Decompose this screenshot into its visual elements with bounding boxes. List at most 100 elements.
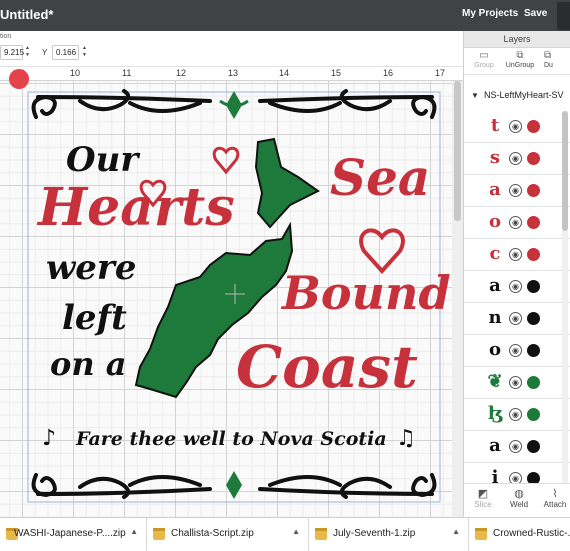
visibility-eye-icon[interactable]: ◉ [509, 216, 522, 229]
visibility-eye-icon[interactable]: ◉ [509, 248, 522, 261]
selection-handle-delete[interactable] [9, 69, 29, 89]
position-x-stepper[interactable]: ▲ ▼ [23, 45, 32, 60]
layer-row[interactable]: c ◉ [464, 239, 570, 271]
visibility-eye-icon[interactable]: ◉ [509, 344, 522, 357]
my-projects-link[interactable]: My Projects [462, 8, 518, 19]
heart-right [359, 228, 405, 274]
layer-thumbnail: o [488, 339, 501, 360]
slice-button[interactable]: ◩ Slice [466, 487, 500, 509]
attach-icon: ⌇ [552, 488, 558, 500]
canvas-scroll-thumb[interactable] [454, 81, 461, 221]
layer-color-swatch[interactable] [527, 248, 540, 261]
weld-button[interactable]: ◍ Weld [502, 487, 536, 509]
layer-thumbnail: o [488, 211, 501, 232]
zip-file-icon [315, 528, 327, 540]
design-artwork[interactable]: Our Hearts were left on a Sea Bound Coas… [0, 67, 463, 517]
duplicate-button[interactable]: ⧉ Du [544, 50, 570, 69]
layer-row[interactable]: a ◉ [464, 431, 570, 463]
ungroup-button[interactable]: ⧉ UnGroup [502, 50, 538, 69]
visibility-eye-icon[interactable]: ◉ [509, 440, 522, 453]
layer-color-swatch[interactable] [527, 152, 540, 165]
download-item[interactable]: Crowned-Rustic-....zip [469, 518, 570, 551]
chevron-up-icon[interactable]: ▲ [452, 527, 460, 536]
attach-button[interactable]: ⌇ Attach [538, 487, 570, 509]
download-item[interactable]: July-Seventh-1.zip ▲ [309, 518, 469, 551]
layers-bottom-toolbar: ◩ Slice ◍ Weld ⌇ Attach [464, 483, 570, 517]
layer-row[interactable]: a ◉ [464, 175, 570, 207]
layer-group-row[interactable]: ▼ NS-LeftMyHeart-SV [464, 85, 570, 107]
visibility-eye-icon[interactable]: ◉ [509, 152, 522, 165]
layer-row[interactable]: ɮ ◉ [464, 399, 570, 431]
layer-color-swatch[interactable] [527, 440, 540, 453]
layers-header: Layers [464, 31, 570, 48]
collapse-triangle-icon[interactable]: ▼ [471, 91, 479, 100]
layer-row[interactable]: t ◉ [464, 111, 570, 143]
chevron-up-icon[interactable]: ▲ [130, 527, 138, 536]
layers-panel: Layers ▭ Group ⧉ UnGroup ⧉ Du ▼ NS-LeftMyHe… [463, 31, 570, 517]
layer-row[interactable]: a ◉ [464, 271, 570, 303]
text-sea: Sea [330, 148, 430, 207]
layer-thumbnail: a [489, 435, 501, 456]
music-note-left: ♪ [42, 425, 56, 451]
download-bar: WASHI-Japanese-P....zip ▲ Challista-Scri… [0, 517, 570, 551]
download-filename: WASHI-Japanese-P....zip [14, 528, 126, 539]
zip-file-icon [153, 528, 165, 540]
text-were: were [46, 248, 136, 288]
visibility-eye-icon[interactable]: ◉ [509, 280, 522, 293]
position-label: tion [0, 33, 12, 40]
layer-color-swatch[interactable] [527, 344, 540, 357]
layer-color-swatch[interactable] [527, 216, 540, 229]
text-hearts: Hearts [36, 177, 235, 238]
visibility-eye-icon[interactable]: ◉ [509, 312, 522, 325]
text-fare-thee-well: Fare thee well to Nova Scotia [75, 428, 387, 450]
chevron-up-icon[interactable]: ▲ [292, 527, 300, 536]
layer-thumbnail: c [489, 243, 501, 264]
layer-row[interactable]: o ◉ [464, 207, 570, 239]
layer-thumbnail: t [490, 115, 500, 136]
weld-icon: ◍ [514, 488, 524, 500]
layer-color-swatch[interactable] [527, 184, 540, 197]
position-y-stepper[interactable]: ▲ ▼ [80, 45, 89, 60]
layer-thumbnail: a [489, 275, 501, 296]
layer-thumbnail: a [489, 179, 501, 200]
visibility-eye-icon[interactable]: ◉ [509, 120, 522, 133]
edit-toolbar: tion 9.215 ▲ ▼ Y 0.166 ▲ ▼ [0, 31, 463, 67]
download-filename: July-Seventh-1.zip [333, 528, 416, 539]
position-y-input[interactable]: 0.166 [52, 45, 79, 60]
make-it-button[interactable] [557, 2, 570, 30]
group-button[interactable]: ▭ Group [466, 50, 502, 69]
layer-color-swatch[interactable] [527, 312, 540, 325]
text-coast: Coast [236, 333, 418, 401]
canvas-vertical-scrollbar[interactable] [452, 81, 463, 517]
position-y-label: Y [42, 48, 48, 57]
layer-color-swatch[interactable] [527, 280, 540, 293]
visibility-eye-icon[interactable]: ◉ [509, 408, 522, 421]
layer-row[interactable]: o ◉ [464, 335, 570, 367]
layer-row[interactable]: ❦ ◉ [464, 367, 570, 399]
music-note-right: ♫ [396, 425, 416, 451]
layer-color-swatch[interactable] [527, 376, 540, 389]
design-canvas[interactable]: 9 10 11 12 13 14 15 16 17 [0, 67, 463, 517]
group-icon: ▭ [479, 50, 489, 61]
visibility-eye-icon[interactable]: ◉ [509, 184, 522, 197]
position-x-input[interactable]: 9.215 [0, 45, 24, 60]
download-item[interactable]: WASHI-Japanese-P....zip ▲ [0, 518, 147, 551]
layer-row[interactable]: n ◉ [464, 303, 570, 335]
layer-color-swatch[interactable] [527, 120, 540, 133]
download-filename: Crowned-Rustic-....zip [493, 528, 570, 539]
layers-scrollbar[interactable] [562, 111, 568, 491]
layer-row[interactable]: s ◉ [464, 143, 570, 175]
layers-scroll-thumb[interactable] [562, 111, 568, 231]
layer-thumbnail: ɮ [487, 403, 503, 424]
layer-thumbnail: n [488, 307, 502, 328]
duplicate-icon: ⧉ [544, 50, 552, 61]
top-bar: Untitled* My Projects Save [0, 0, 570, 31]
visibility-eye-icon[interactable]: ◉ [509, 376, 522, 389]
slice-icon: ◩ [477, 488, 489, 500]
save-button[interactable]: Save [524, 8, 547, 19]
layer-group-name: NS-LeftMyHeart-SV [484, 90, 564, 100]
layer-thumbnail: ❦ [487, 371, 503, 392]
layer-color-swatch[interactable] [527, 408, 540, 421]
download-item[interactable]: Challista-Script.zip ▲ [147, 518, 309, 551]
ungroup-icon: ⧉ [516, 50, 524, 61]
